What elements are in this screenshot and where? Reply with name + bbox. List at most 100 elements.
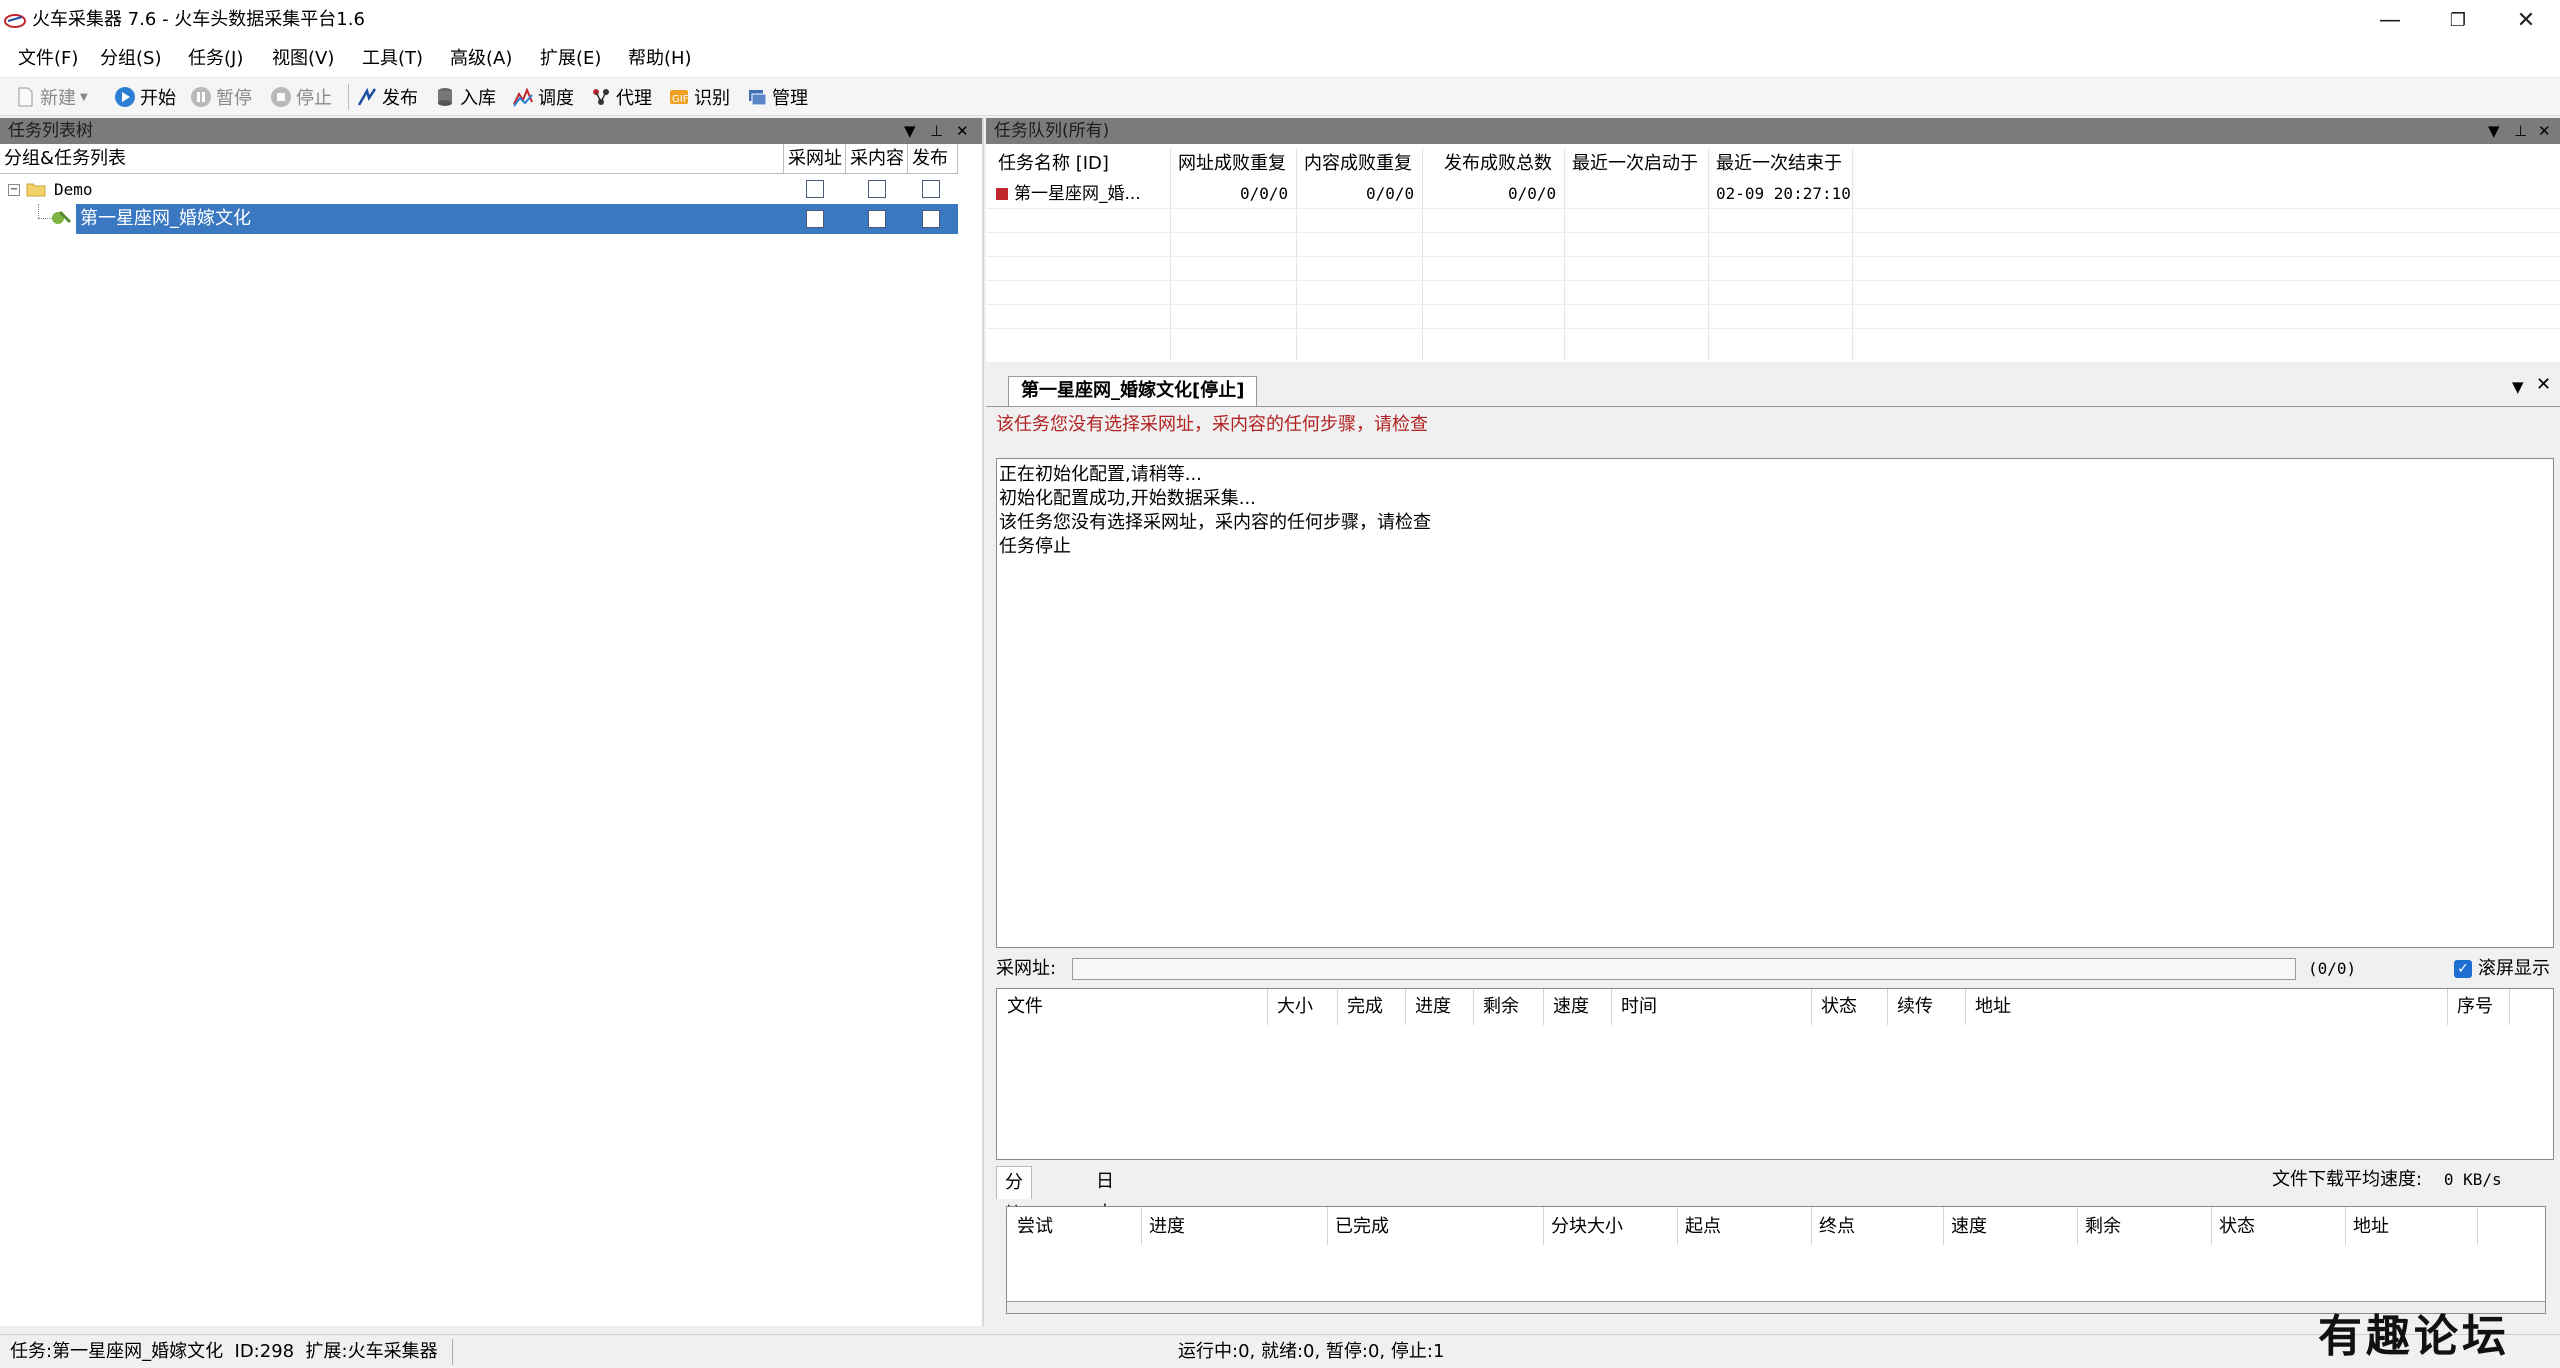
scroll-display-checkbox[interactable]: ✓	[2454, 960, 2472, 978]
schedule-button[interactable]: 调度	[512, 84, 574, 110]
publish-icon	[357, 87, 377, 106]
file-col-size[interactable]: 大小	[1277, 995, 1313, 1019]
group-publish-checkbox[interactable]	[922, 180, 940, 198]
chunk-col-status[interactable]: 状态	[2219, 1215, 2255, 1239]
group-collect-url-checkbox[interactable]	[806, 180, 824, 198]
file-col-speed[interactable]: 速度	[1553, 995, 1589, 1019]
column-divider	[1887, 989, 1888, 1025]
file-col-resume[interactable]: 续传	[1897, 995, 1933, 1019]
dropdown-icon[interactable]: ▼	[904, 118, 916, 144]
row-divider	[986, 208, 2560, 209]
file-col-address[interactable]: 地址	[1975, 995, 2011, 1019]
publish-button[interactable]: 发布	[356, 84, 418, 110]
chunk-download-table[interactable]: 尝试 进度 已完成 分块大小 起点 终点 速度 剩余 状态 地址	[1006, 1206, 2546, 1314]
menu-task[interactable]: 任务(J)	[188, 47, 243, 71]
queue-col-url-stats[interactable]: 网址成败重复	[1178, 152, 1286, 176]
status-task-info: 任务:第一星座网_婚嫁文化 ID:298 扩展:火车采集器	[10, 1341, 438, 1362]
menu-group[interactable]: 分组(S)	[100, 47, 161, 71]
tab-log[interactable]: 日志	[1088, 1166, 1122, 1224]
stop-icon	[271, 87, 291, 107]
pause-button[interactable]: 暂停	[190, 84, 252, 110]
menu-tools[interactable]: 工具(T)	[362, 47, 423, 71]
close-icon[interactable]: ✕	[2536, 374, 2551, 395]
train-app-icon	[4, 14, 26, 28]
queue-col-last-end[interactable]: 最近一次结束于	[1716, 152, 1842, 176]
stop-button[interactable]: 停止	[270, 84, 332, 110]
minimize-button[interactable]: —	[2356, 0, 2424, 40]
column-divider	[1677, 1207, 1678, 1245]
tree-task-row[interactable]: 第一星座网_婚嫁文化	[0, 204, 958, 234]
manage-button[interactable]: 管理	[746, 84, 808, 110]
publish-button-label: 发布	[382, 88, 418, 109]
file-col-time[interactable]: 时间	[1621, 995, 1657, 1019]
status-run-info: 运行中:0, 就绪:0, 暂停:0, 停止:1	[1178, 1341, 1445, 1362]
close-icon[interactable]: ✕	[956, 118, 969, 144]
menu-extend[interactable]: 扩展(E)	[540, 47, 601, 71]
proxy-icon	[593, 89, 609, 105]
svg-text:GIF: GIF	[672, 94, 689, 105]
group-collect-content-checkbox[interactable]	[868, 180, 886, 198]
chunk-col-attempt[interactable]: 尝试	[1017, 1215, 1053, 1239]
column-divider	[2077, 1207, 2078, 1245]
tree-group-row[interactable]: − Demo	[0, 176, 958, 204]
column-divider	[1811, 1207, 1812, 1245]
proxy-button[interactable]: 代理	[590, 84, 652, 110]
file-col-done[interactable]: 完成	[1347, 995, 1383, 1019]
close-button[interactable]: ✕	[2492, 0, 2560, 40]
file-col-remaining[interactable]: 剩余	[1483, 995, 1519, 1019]
menu-file[interactable]: 文件(F)	[18, 47, 78, 71]
queue-row-name[interactable]: 第一星座网_婚...	[1014, 182, 1141, 206]
new-file-icon	[18, 87, 33, 107]
horizontal-scrollbar[interactable]	[1007, 1301, 2545, 1313]
pin-icon[interactable]: ⊥	[2514, 118, 2527, 144]
file-col-file[interactable]: 文件	[1007, 995, 1043, 1019]
column-divider	[2509, 989, 2510, 1025]
log-output[interactable]: 正在初始化配置,请稍等... 初始化配置成功,开始数据采集... 该任务您没有选…	[996, 458, 2554, 948]
manage-icon	[749, 90, 767, 106]
chunk-col-speed[interactable]: 速度	[1951, 1215, 1987, 1239]
task-tree-panel: 任务列表树 ▼ ⊥ ✕ 分组&任务列表 采网址 采内容 发布 − Demo 第一…	[0, 118, 984, 1326]
dropdown-icon[interactable]: ▼	[2488, 118, 2500, 144]
column-divider	[1337, 989, 1338, 1025]
chunk-col-end[interactable]: 终点	[1819, 1215, 1855, 1239]
chunk-col-chunk-size[interactable]: 分块大小	[1551, 1215, 1623, 1239]
pin-icon[interactable]: ⊥	[930, 118, 943, 144]
task-publish-checkbox[interactable]	[922, 210, 940, 228]
queue-col-content-stats[interactable]: 内容成败重复	[1304, 152, 1412, 176]
column-divider	[1327, 1207, 1328, 1245]
restore-button[interactable]: ❐	[2424, 0, 2492, 40]
column-collect-content[interactable]: 采内容	[846, 144, 908, 174]
task-collect-url-checkbox[interactable]	[806, 210, 824, 228]
file-col-status[interactable]: 状态	[1821, 995, 1857, 1019]
chunk-col-start[interactable]: 起点	[1685, 1215, 1721, 1239]
start-button[interactable]: 开始	[114, 84, 176, 110]
queue-col-name[interactable]: 任务名称 [ID]	[998, 152, 1109, 176]
menu-view[interactable]: 视图(V)	[272, 47, 334, 71]
column-divider	[2345, 1207, 2346, 1245]
tab-chunk-download[interactable]: 分块下载	[996, 1166, 1032, 1289]
queue-col-publish-stats[interactable]: 发布成败总数	[1444, 152, 1552, 176]
chevron-down-icon[interactable]: ▼	[80, 92, 88, 103]
file-col-progress[interactable]: 进度	[1415, 995, 1451, 1019]
collapse-icon[interactable]: −	[8, 184, 20, 196]
column-name[interactable]: 分组&任务列表	[0, 144, 784, 174]
queue-col-last-start[interactable]: 最近一次启动于	[1572, 152, 1698, 176]
menu-advanced[interactable]: 高级(A)	[450, 47, 512, 71]
import-db-button[interactable]: 入库	[434, 84, 496, 110]
file-download-table[interactable]: 文件 大小 完成 进度 剩余 速度 时间 状态 续传 地址 序号	[996, 988, 2554, 1160]
close-icon[interactable]: ✕	[2538, 118, 2551, 144]
scroll-display-label[interactable]: 滚屏显示	[2478, 956, 2550, 982]
menu-help[interactable]: 帮助(H)	[628, 47, 692, 71]
chunk-col-completed[interactable]: 已完成	[1335, 1215, 1389, 1239]
chunk-col-progress[interactable]: 进度	[1149, 1215, 1185, 1239]
chunk-col-remaining[interactable]: 剩余	[2085, 1215, 2121, 1239]
file-col-index[interactable]: 序号	[2457, 995, 2493, 1019]
task-collect-content-checkbox[interactable]	[868, 210, 886, 228]
recognize-button[interactable]: GIF 识别	[668, 84, 730, 110]
tab-task-detail[interactable]: 第一星座网_婚嫁文化[停止]	[1008, 376, 1258, 406]
column-collect-url[interactable]: 采网址	[784, 144, 846, 174]
column-publish[interactable]: 发布	[908, 144, 958, 174]
new-button[interactable]: 新建 ▼	[14, 84, 88, 110]
chunk-col-address[interactable]: 地址	[2353, 1215, 2389, 1239]
dropdown-icon[interactable]: ▼	[2512, 378, 2524, 396]
